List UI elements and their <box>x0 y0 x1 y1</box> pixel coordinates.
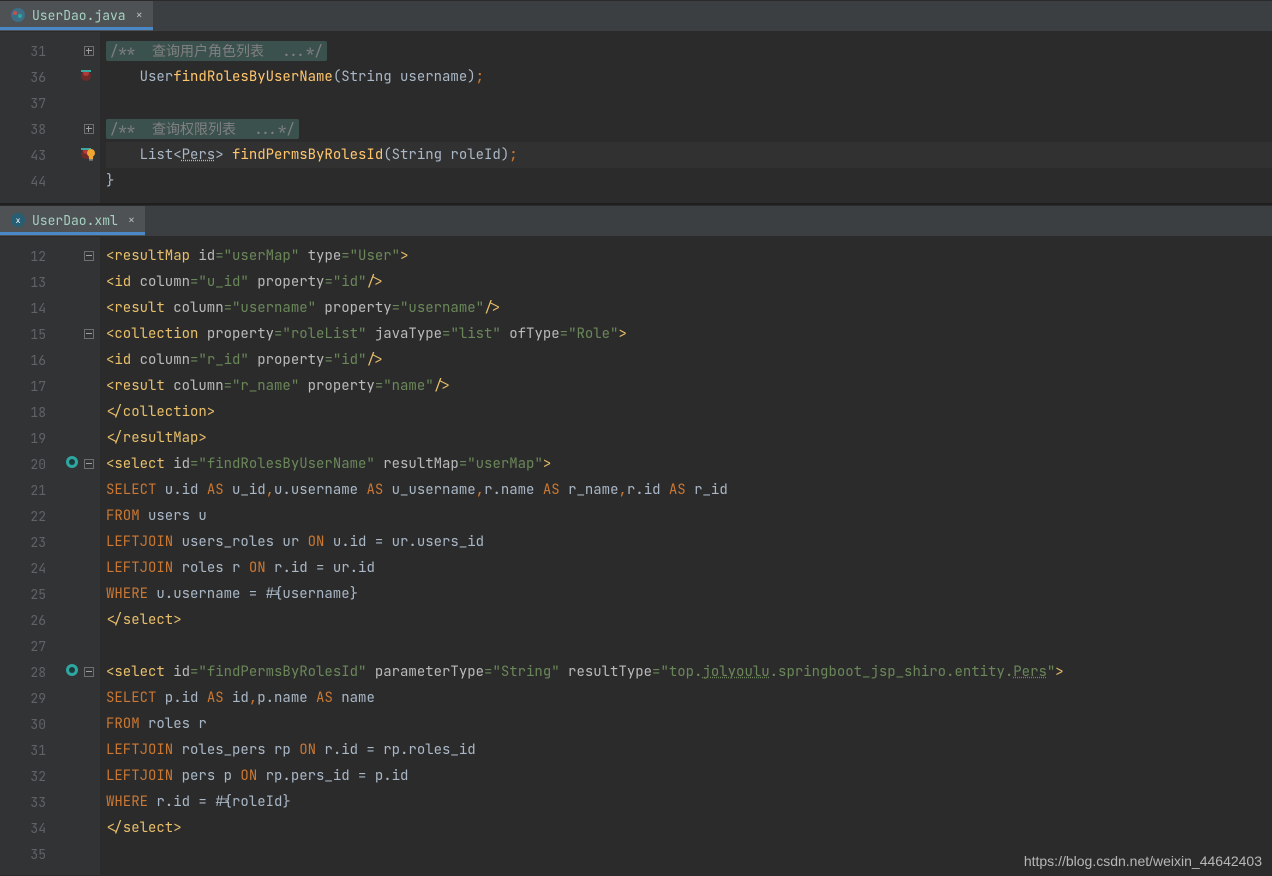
generic-type: Pers <box>182 146 216 164</box>
code-java[interactable]: /** 查询用户角色列表 ...*/ User findRolesByUserN… <box>100 32 1272 203</box>
method-name: findRolesByUserName <box>173 68 333 86</box>
svg-text:x: x <box>16 216 21 225</box>
editor-pane-java: UserDao.java × 31 36 37 38 43 44 /** 查询用… <box>0 0 1272 205</box>
tab-bar-top: UserDao.java × <box>0 0 1272 32</box>
mapper-icon[interactable] <box>64 662 80 682</box>
fold-icon[interactable] <box>84 46 94 56</box>
line-number: 44 <box>24 173 46 190</box>
line-number: 37 <box>24 95 46 112</box>
line-number: 43 <box>24 147 46 164</box>
gutter-xml: 12 13 14 15 16 17 18 19 20 21 22 23 24 2… <box>0 237 100 875</box>
method-params: (String username) <box>333 68 476 86</box>
return-type: User <box>140 68 174 86</box>
javadoc-folded[interactable]: /** 查询用户角色列表 ...*/ <box>106 41 327 61</box>
method-name: findPermsByRolesId <box>232 146 383 164</box>
line-number: 36 <box>24 69 46 86</box>
javadoc-folded[interactable]: /** 查询权限列表 ...*/ <box>106 119 299 139</box>
editor-pane-xml: x UserDao.xml × 12 13 14 15 16 17 18 19 … <box>0 205 1272 875</box>
tab-label: UserDao.java <box>32 7 126 24</box>
java-file-icon <box>10 7 26 23</box>
code-area-xml[interactable]: 12 13 14 15 16 17 18 19 20 21 22 23 24 2… <box>0 237 1272 875</box>
fold-icon[interactable] <box>84 251 94 261</box>
code-xml[interactable]: <resultMap id="userMap" type="User"> <id… <box>100 237 1272 875</box>
fold-icon[interactable] <box>84 329 94 339</box>
fold-icon[interactable] <box>84 459 94 469</box>
tab-bar-bottom: x UserDao.xml × <box>0 205 1272 237</box>
line-number: 31 <box>24 43 46 60</box>
breakpoint-icon[interactable] <box>78 67 94 87</box>
line-number: 38 <box>24 121 46 138</box>
intention-bulb-icon[interactable] <box>84 148 98 162</box>
gutter-java: 31 36 37 38 43 44 <box>0 32 100 203</box>
tab-label: UserDao.xml <box>32 212 118 229</box>
close-icon[interactable]: × <box>128 212 135 228</box>
closing-brace: } <box>106 172 114 190</box>
return-type: List< <box>140 146 182 164</box>
xml-file-icon: x <box>10 212 26 228</box>
fold-icon[interactable] <box>84 124 94 134</box>
tab-userdao-java[interactable]: UserDao.java × <box>0 1 153 31</box>
tab-userdao-xml[interactable]: x UserDao.xml × <box>0 206 145 236</box>
watermark: https://blog.csdn.net/weixin_44642403 <box>1024 853 1262 869</box>
code-area-java[interactable]: 31 36 37 38 43 44 /** 查询用户角色列表 ...*/ Use… <box>0 32 1272 203</box>
close-icon[interactable]: × <box>136 7 143 23</box>
mapper-icon[interactable] <box>64 454 80 474</box>
fold-icon[interactable] <box>84 667 94 677</box>
method-params: (String roleId) <box>383 146 509 164</box>
